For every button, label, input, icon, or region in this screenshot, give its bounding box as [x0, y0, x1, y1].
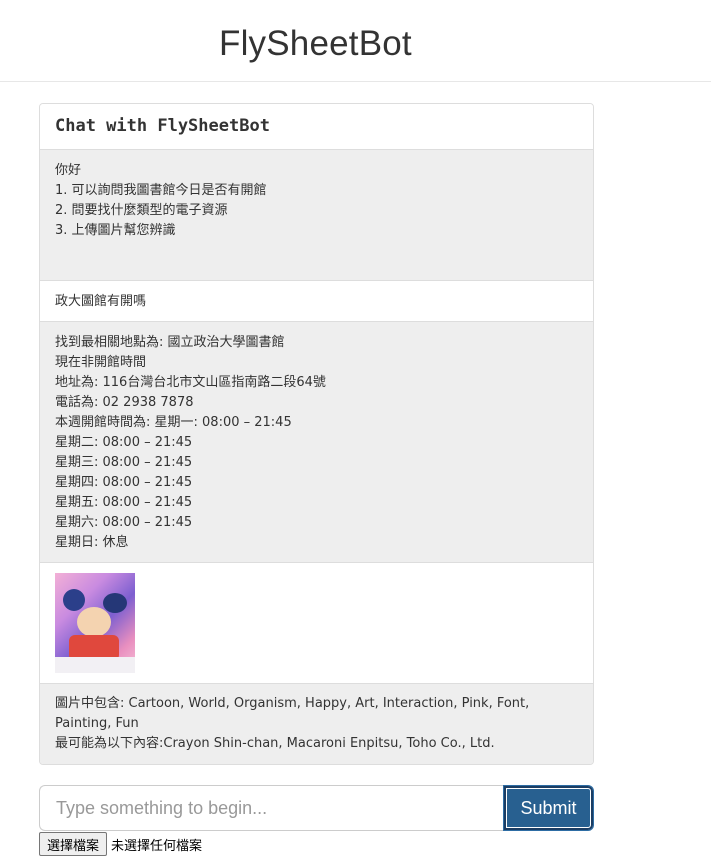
message-line: 星期六: 08:00 – 21:45 [55, 515, 193, 530]
chat-panel-title: Chat with FlySheetBot [55, 116, 270, 136]
image-detail [63, 589, 85, 611]
message-line: 1. 可以詢問我圖書館今日是否有開館 [55, 183, 267, 198]
message-line: 星期二: 08:00 – 21:45 [55, 435, 193, 450]
message-line: 現在非開館時間 [55, 355, 147, 370]
bot-message-image-result: 圖片中包含: Cartoon, World, Organism, Happy, … [40, 684, 593, 764]
uploaded-image [55, 573, 135, 673]
image-detail [55, 657, 135, 673]
message-line: 電話為: 02 2938 7878 [55, 395, 194, 410]
message-line: 星期五: 08:00 – 21:45 [55, 495, 193, 510]
message-line: 3. 上傳圖片幫您辨識 [55, 223, 176, 238]
message-line: 本週開館時間為: 星期一: 08:00 – 21:45 [55, 415, 292, 430]
app-header: FlySheetBot [0, 0, 711, 82]
file-upload: 選擇檔案 未選擇任何檔案 [39, 832, 202, 856]
chat-input[interactable] [39, 785, 505, 831]
choose-file-button[interactable]: 選擇檔案 [39, 832, 108, 856]
message-line: 星期日: 休息 [55, 535, 129, 550]
user-message-image [40, 563, 593, 684]
message-line: 星期四: 08:00 – 21:45 [55, 475, 193, 490]
message-line: 找到最相關地點為: 國立政治大學圖書館 [55, 335, 285, 350]
chat-panel-heading: Chat with FlySheetBot [40, 104, 593, 150]
message-line: 地址為: 116台灣台北市文山區指南路二段64號 [55, 375, 326, 390]
image-detail [77, 607, 111, 637]
bot-message-greeting: 你好 1. 可以詢問我圖書館今日是否有開館 2. 問要找什麼類型的電子資源 3.… [40, 150, 593, 281]
message-text: 政大圖館有開嗎 [55, 294, 147, 309]
message-line: 星期三: 08:00 – 21:45 [55, 455, 193, 470]
app-title: FlySheetBot [219, 24, 412, 63]
message-line: 最可能為以下內容:Crayon Shin-chan, Macaroni Enpi… [55, 736, 495, 751]
message-line: 你好 [55, 163, 82, 178]
message-line: 2. 問要找什麼類型的電子資源 [55, 203, 228, 218]
chat-panel: Chat with FlySheetBot 你好 1. 可以詢問我圖書館今日是否… [39, 103, 594, 765]
file-status: 未選擇任何檔案 [111, 838, 203, 854]
bot-message-library-info: 找到最相關地點為: 國立政治大學圖書館 現在非開館時間 地址為: 116台灣台北… [40, 322, 593, 563]
message-line: 圖片中包含: Cartoon, World, Organism, Happy, … [55, 696, 534, 731]
submit-button-label: Submit [507, 789, 590, 827]
submit-button[interactable]: Submit [503, 785, 594, 831]
chat-composer: Submit [39, 785, 594, 831]
user-message-question: 政大圖館有開嗎 [40, 281, 593, 322]
image-detail [103, 593, 127, 613]
